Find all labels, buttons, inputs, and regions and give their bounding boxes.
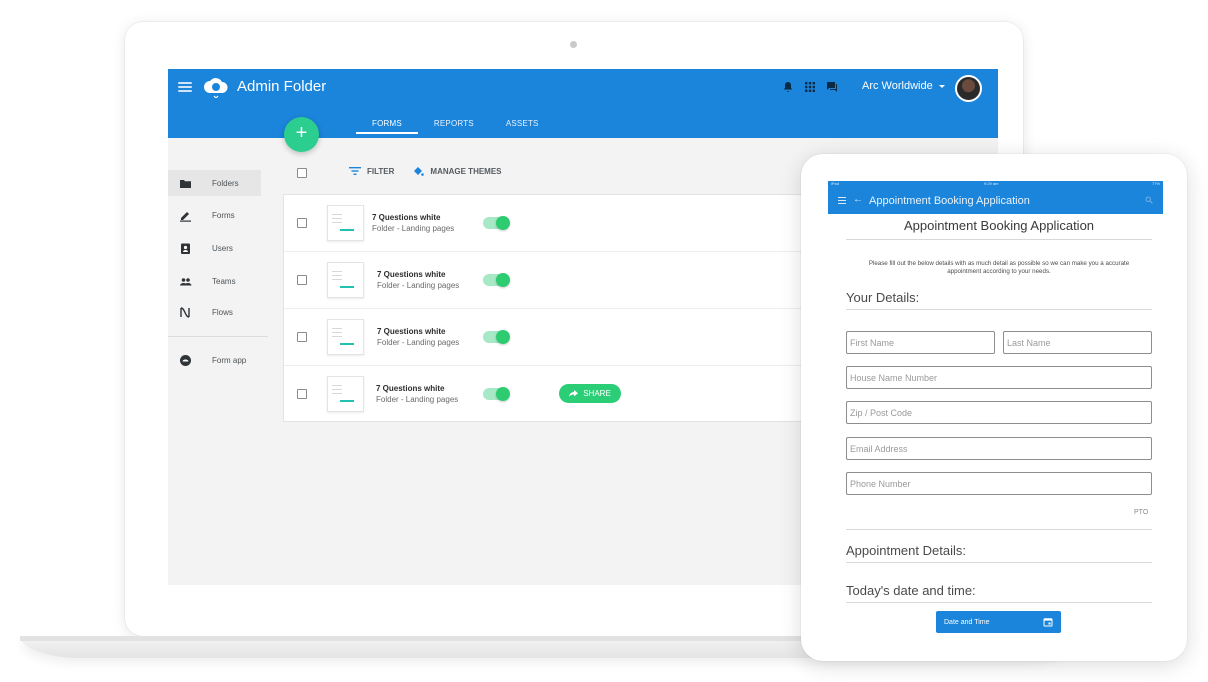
paint-bucket-icon [414,167,425,176]
list-item[interactable]: 7 Questions white Folder - Landing pages… [284,366,822,423]
avatar[interactable] [955,75,982,102]
pto-label: PTO [1134,509,1149,516]
share-label: SHARE [583,389,611,398]
section-divider [846,529,1152,530]
app-title: Admin Folder [237,78,327,95]
hamburger-menu-icon[interactable] [178,80,192,94]
list-toolbar: FILTER MANAGE THEMES [349,165,502,177]
last-name-field[interactable]: Last Name [1003,331,1152,354]
main-tabs: FORMS REPORTS ASSETS [356,119,555,134]
enabled-toggle[interactable] [483,387,510,401]
form-thumbnail [327,262,364,298]
row-title: 7 Questions white [376,384,445,393]
header-actions [782,81,838,93]
add-button[interactable]: + [284,117,319,152]
status-time: 9:29 am [984,181,999,186]
row-checkbox[interactable] [297,332,307,342]
house-name-field[interactable]: House Name Number [846,366,1152,389]
form-thumbnail [327,319,364,355]
section-your-details: Your Details: [846,290,1152,310]
sidebar-item-label: Forms [212,210,235,220]
sidebar-item-teams[interactable]: Teams [168,266,268,296]
account-menu[interactable]: Arc Worldwide [862,80,945,92]
enabled-toggle[interactable] [483,273,510,287]
row-subtitle: Folder - Landing pages [376,395,459,404]
form-thumbnail [327,376,364,412]
apps-grid-icon[interactable] [804,81,816,93]
sidebar-item-form-app[interactable]: Form app [168,345,268,375]
share-arrow-icon [569,390,579,397]
cloud-logo-icon [204,78,228,98]
sidebar-item-label: Form app [212,355,247,365]
date-time-label: Date and Time [944,618,990,626]
search-icon[interactable] [1145,196,1153,204]
calendar-icon [1043,618,1053,627]
tablet-app-title: Appointment Booking Application [869,195,1030,207]
sidebar-item-folders[interactable]: Folders [168,170,261,196]
section-todays-date: Today's date and time: [846,583,1152,603]
row-subtitle: Folder - Landing pages [377,338,460,347]
flows-icon [180,306,190,318]
laptop-camera [570,41,577,48]
row-checkbox[interactable] [297,218,307,228]
section-appointment-details: Appointment Details: [846,543,1152,563]
filter-label: FILTER [367,166,395,176]
row-subtitle: Folder - Landing pages [377,281,460,290]
sidebar-item-label: Users [212,243,233,253]
enabled-toggle[interactable] [483,216,510,230]
sidebar-item-label: Teams [212,276,236,286]
forms-list: 7 Questions white Folder - Landing pages… [283,194,823,422]
chat-icon[interactable] [826,81,838,93]
chevron-down-icon [938,84,945,88]
filter-icon [349,167,361,175]
sidebar-item-forms[interactable]: Forms [168,200,268,230]
list-item[interactable]: 7 Questions white Folder - Landing pages [284,309,822,366]
select-all-checkbox[interactable] [297,168,307,178]
device-label: iPad [831,181,840,186]
list-item[interactable]: 7 Questions white Folder - Landing pages [284,252,822,309]
row-subtitle: Folder - Landing pages [372,224,455,233]
row-title: 7 Questions white [377,270,446,279]
sidebar-item-label: Flows [212,307,233,317]
date-time-button[interactable]: Date and Time [936,611,1061,633]
sidebar: Folders Forms Users Teams Flows Form app [168,170,268,375]
edit-icon [180,211,191,222]
list-item[interactable]: 7 Questions white Folder - Landing pages [284,195,822,252]
first-name-field[interactable]: First Name [846,331,995,354]
form-app-icon [180,354,191,366]
row-checkbox[interactable] [297,275,307,285]
sidebar-item-users[interactable]: Users [168,230,268,266]
battery-level: 77% [1151,181,1160,186]
people-icon [180,277,192,285]
email-field[interactable]: Email Address [846,437,1152,460]
sidebar-item-flows[interactable]: Flows [168,296,268,328]
user-badge-icon [181,243,190,254]
row-checkbox[interactable] [297,389,307,399]
folder-icon [180,179,191,188]
tab-reports[interactable]: REPORTS [418,119,490,134]
account-name: Arc Worldwide [862,80,933,92]
row-title: 7 Questions white [372,213,441,222]
tablet-screen: iPad 9:29 am 77% ← Appointment Booking A… [828,181,1163,661]
hamburger-menu-icon[interactable] [838,197,846,204]
manage-themes-label: MANAGE THEMES [430,166,502,176]
back-arrow-icon[interactable]: ← [853,194,863,205]
tablet-app-bar: ← Appointment Booking Application [828,187,1163,214]
share-button[interactable]: SHARE [559,384,621,403]
sidebar-divider [168,336,268,337]
form-intro: Please fill out the below details with a… [868,260,1130,275]
form-thumbnail [327,205,364,241]
tab-assets[interactable]: ASSETS [490,119,555,134]
manage-themes-button[interactable]: MANAGE THEMES [412,165,502,177]
enabled-toggle[interactable] [483,330,510,344]
tab-forms[interactable]: FORMS [356,119,418,134]
form-heading: Appointment Booking Application [846,218,1152,240]
postcode-field[interactable]: Zip / Post Code [846,401,1152,424]
phone-field[interactable]: Phone Number [846,472,1152,495]
row-title: 7 Questions white [377,327,446,336]
bell-icon[interactable] [782,81,794,93]
sidebar-item-label: Folders [212,178,239,188]
filter-button[interactable]: FILTER [349,166,394,176]
